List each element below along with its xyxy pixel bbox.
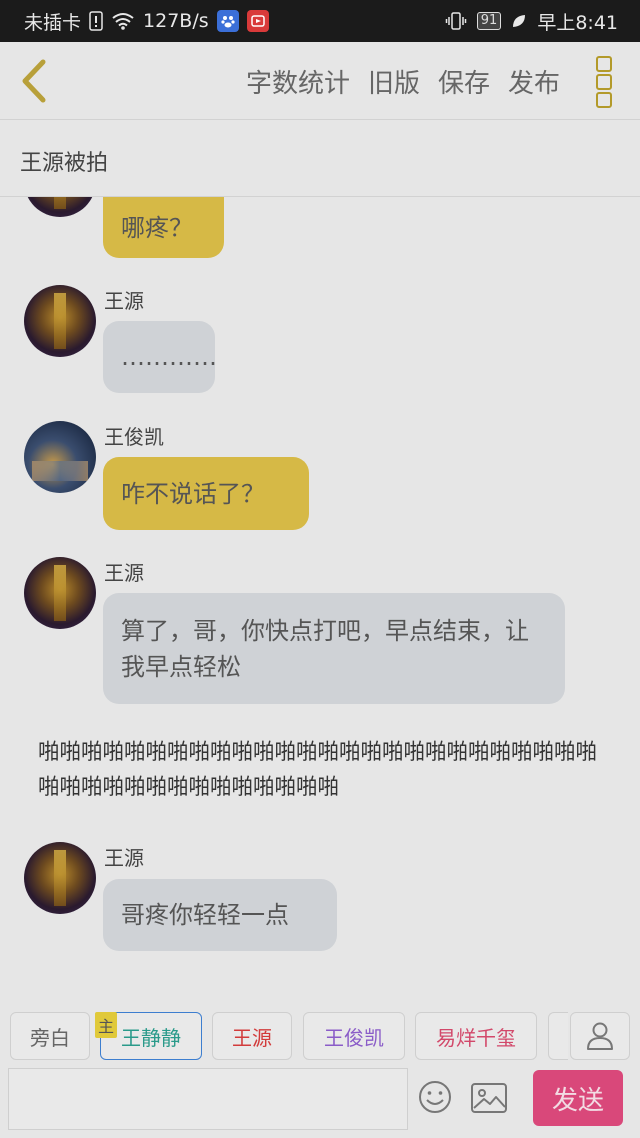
main-role-badge: 主 <box>95 1012 117 1038</box>
role-wang-yuan[interactable]: 王源 <box>212 1012 292 1060</box>
role-label: 旁白 <box>30 1025 70 1050</box>
message-bubble[interactable]: 咋不说话了？ <box>103 457 309 530</box>
carrier-label: 未插卡 <box>24 11 82 34</box>
clock: 早上8:41 <box>537 11 618 34</box>
chevron-left-icon <box>22 59 46 103</box>
battery-level: 91 <box>476 12 502 30</box>
sender-name: 王源 <box>104 846 144 870</box>
sender-name: 王源 <box>104 289 144 313</box>
story-title-bar[interactable]: 王源被拍 <box>0 121 640 197</box>
avatar[interactable] <box>24 421 96 493</box>
message-bubble[interactable]: 哥疼你轻轻一点 <box>103 879 337 951</box>
more-dot-icon <box>596 92 612 108</box>
word-count-button[interactable]: 字数统计 <box>246 63 350 100</box>
leaf-icon <box>511 13 527 29</box>
avatar[interactable] <box>24 285 96 357</box>
old-version-button[interactable]: 旧版 <box>368 63 420 100</box>
image-icon <box>471 1083 507 1113</box>
message-bubble[interactable]: 哪疼？ <box>103 197 224 258</box>
save-button[interactable]: 保存 <box>438 63 490 100</box>
avatar[interactable] <box>24 197 96 217</box>
back-button[interactable] <box>14 56 54 106</box>
message-input[interactable] <box>8 1068 408 1130</box>
role-label: 王俊凯 <box>324 1025 384 1050</box>
message-bubble[interactable]: ………… <box>103 321 217 393</box>
sim-alert-icon <box>89 11 103 31</box>
story-title: 王源被拍 <box>20 151 109 176</box>
emoji-button[interactable] <box>418 1080 452 1114</box>
role-label: 易烊千玺 <box>436 1025 516 1050</box>
person-icon <box>587 1022 613 1050</box>
composer: 发送 <box>0 1064 640 1138</box>
network-speed: 127B/s <box>143 10 209 32</box>
avatar[interactable] <box>24 842 96 914</box>
message-bubble[interactable]: 算了，哥，你快点打吧，早点结束，让我早点轻松 <box>103 593 565 704</box>
chat-thread[interactable]: 哪疼？ 王源 ………… 王俊凯 咋不说话了？ 王源 算了，哥，你快点打吧，早点结… <box>0 197 640 992</box>
image-button[interactable] <box>470 1082 508 1114</box>
role-narrator[interactable]: 旁白 <box>10 1012 90 1060</box>
more-dot-icon <box>596 56 612 72</box>
editor-toolbar: 字数统计 旧版 保存 发布 <box>0 42 640 120</box>
avatar[interactable] <box>24 557 96 629</box>
role-label: 王源 <box>232 1025 272 1050</box>
add-role-button[interactable] <box>570 1012 630 1060</box>
narration-text[interactable]: 啪啪啪啪啪啪啪啪啪啪啪啪啪啪啪啪啪啪啪啪啪啪啪啪啪啪啪啪啪啪啪啪啪啪啪啪啪啪啪啪 <box>38 735 608 805</box>
role-label: 王静静 <box>121 1025 181 1050</box>
video-app-icon <box>246 10 269 32</box>
role-yi-yangqianxi[interactable]: 易烊千玺 <box>415 1012 537 1060</box>
sender-name: 王源 <box>104 561 144 585</box>
vibrate-icon <box>445 11 467 31</box>
wifi-icon <box>111 12 135 30</box>
role-overflow[interactable] <box>548 1012 568 1060</box>
status-bar: 未插卡 127B/s 91 早上8:41 <box>0 0 640 42</box>
sender-name: 王俊凯 <box>104 425 164 449</box>
publish-button[interactable]: 发布 <box>508 63 560 100</box>
more-menu-button[interactable] <box>596 56 618 108</box>
role-wang-junkai[interactable]: 王俊凯 <box>303 1012 405 1060</box>
more-dot-icon <box>596 74 612 90</box>
send-button[interactable]: 发送 <box>533 1070 623 1126</box>
smiley-icon <box>419 1081 451 1113</box>
baidu-app-icon <box>216 10 239 32</box>
